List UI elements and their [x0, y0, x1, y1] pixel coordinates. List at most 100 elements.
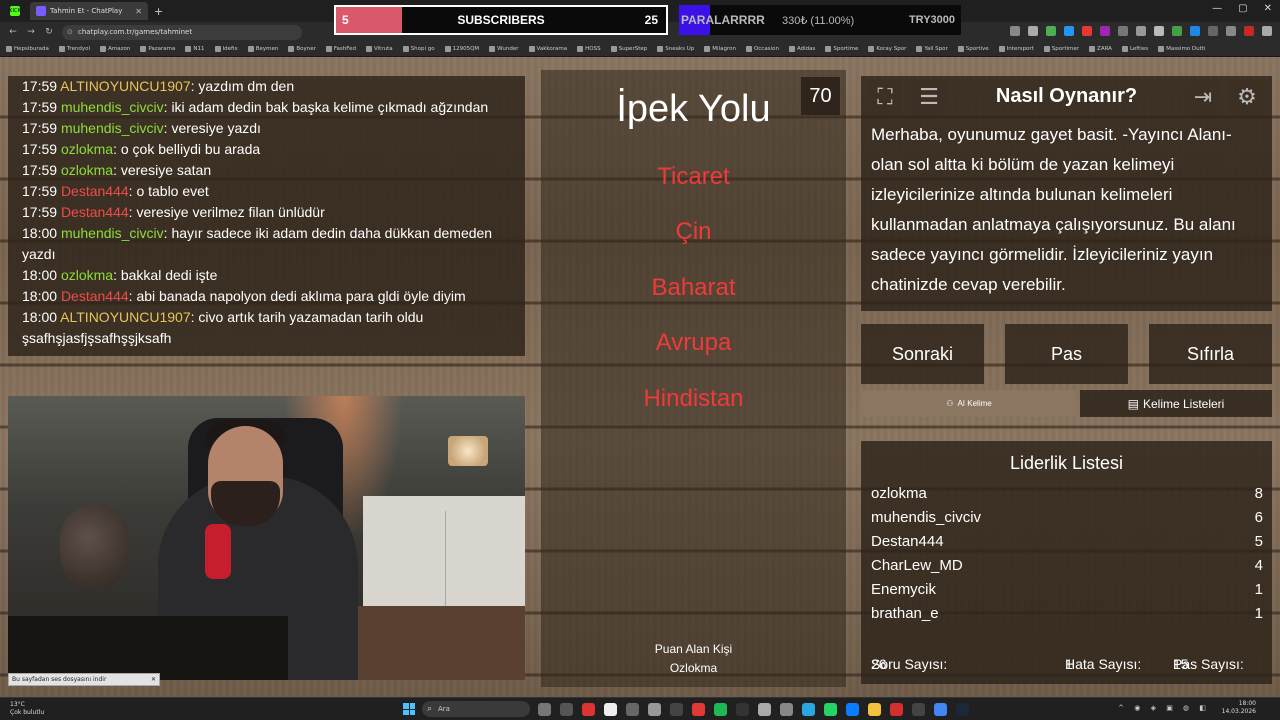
- chat-username[interactable]: ozlokma: [61, 141, 113, 157]
- new-tab-button[interactable]: +: [154, 5, 163, 18]
- app-icon[interactable]: [670, 703, 683, 716]
- chat-username[interactable]: ALTINOYUNCU1907: [60, 309, 190, 325]
- bookmark-item[interactable]: SuperStep: [610, 46, 647, 52]
- start-icon[interactable]: [403, 703, 415, 715]
- chat-username[interactable]: ozlokma: [61, 162, 113, 178]
- bookmark-item[interactable]: Trendyol: [58, 46, 90, 52]
- chat-username[interactable]: Destan444: [61, 204, 129, 220]
- bookmark-item[interactable]: 12905QM: [444, 46, 479, 52]
- task-view-icon[interactable]: [538, 703, 551, 716]
- extension-icon[interactable]: [1226, 26, 1236, 36]
- whatsapp-icon[interactable]: [824, 703, 837, 716]
- bookmark-item[interactable]: Pazarama: [140, 46, 175, 52]
- app-icon[interactable]: [736, 703, 749, 716]
- bookmark-item[interactable]: Beymen: [247, 46, 278, 52]
- bookmark-item[interactable]: Intersport: [998, 46, 1034, 52]
- profile-avatar[interactable]: [1244, 26, 1254, 36]
- extension-icon[interactable]: [1172, 26, 1182, 36]
- app-icon[interactable]: [648, 703, 661, 716]
- bookmark-item[interactable]: Wunder: [489, 46, 519, 52]
- bookmark-item[interactable]: Milagron: [704, 46, 736, 52]
- bookmark-item[interactable]: Sportive: [957, 46, 989, 52]
- app-icon[interactable]: [802, 703, 815, 716]
- bookmark-item[interactable]: Hepsiburada: [6, 46, 49, 52]
- bookmark-item[interactable]: Shopi go: [402, 46, 435, 52]
- bookmark-item[interactable]: Occasion: [745, 46, 779, 52]
- app-icon[interactable]: [626, 703, 639, 716]
- system-tray-icons[interactable]: ^ ◉ ◈ ▣ ◍ ◧: [1118, 704, 1210, 712]
- minimize-icon[interactable]: —: [1212, 3, 1222, 14]
- tab-kick[interactable]: KICK: [4, 2, 26, 20]
- bookmark-item[interactable]: Sportimer: [1043, 46, 1079, 52]
- close-tab-icon[interactable]: ✕: [135, 7, 142, 16]
- app-icon[interactable]: [758, 703, 771, 716]
- bookmark-item[interactable]: Yali Spor: [916, 46, 948, 52]
- bookmark-item[interactable]: Amazon: [100, 46, 130, 52]
- extension-icon[interactable]: [1154, 26, 1164, 36]
- menu-icon[interactable]: [1262, 26, 1272, 36]
- weather-widget[interactable]: 13°C Çok bulutlu: [10, 701, 44, 717]
- reload-icon[interactable]: ↻: [44, 27, 54, 37]
- chat-username[interactable]: muhendis_civciv: [61, 99, 164, 115]
- app-icon[interactable]: [780, 703, 793, 716]
- bookmark-item[interactable]: Massimo Dutti: [1158, 46, 1206, 52]
- chat-username[interactable]: Destan444: [61, 183, 129, 199]
- chat-username[interactable]: ozlokma: [61, 267, 113, 283]
- bookmark-item[interactable]: Boyner: [288, 46, 316, 52]
- app-icon[interactable]: [912, 703, 925, 716]
- bookmark-item[interactable]: N11: [185, 46, 205, 52]
- reset-button[interactable]: Sıfırla: [1149, 324, 1272, 384]
- extension-icon[interactable]: [1208, 26, 1218, 36]
- next-button[interactable]: Sonraki: [861, 324, 984, 384]
- ai-word-button[interactable]: ⚇ AI Kelime: [862, 390, 1076, 417]
- chat-username[interactable]: ALTINOYUNCU1907: [60, 78, 190, 94]
- bookmark-item[interactable]: Vakkorama: [528, 46, 567, 52]
- extension-icon[interactable]: [1010, 26, 1020, 36]
- audio-download-bar[interactable]: Bu sayfadan ses dosyasını indir ✕: [8, 673, 160, 686]
- bookmark-item[interactable]: ZARA: [1089, 46, 1112, 52]
- word-lists-button[interactable]: ▤ Kelime Listeleri: [1080, 390, 1272, 417]
- app-icon[interactable]: [560, 703, 573, 716]
- bookmark-item[interactable]: Lefties: [1121, 46, 1148, 52]
- app-icon[interactable]: [582, 703, 595, 716]
- close-icon[interactable]: ✕: [151, 676, 156, 683]
- folder-icon[interactable]: [868, 703, 881, 716]
- app-icon[interactable]: [846, 703, 859, 716]
- url-field[interactable]: chatplay.com.tr/games/tahminet: [62, 24, 302, 40]
- chrome-icon[interactable]: [934, 703, 947, 716]
- bookmark-item[interactable]: Koray Spor: [868, 46, 906, 52]
- extension-icon[interactable]: [1118, 26, 1128, 36]
- taskbar-search[interactable]: Ara: [422, 701, 530, 717]
- extension-icon[interactable]: [1082, 26, 1092, 36]
- extension-icon[interactable]: [1190, 26, 1200, 36]
- app-icon[interactable]: [604, 703, 617, 716]
- chat-username[interactable]: muhendis_civciv: [61, 225, 164, 241]
- steam-icon[interactable]: [956, 703, 969, 716]
- back-icon[interactable]: ←: [8, 27, 18, 37]
- chat-username[interactable]: muhendis_civciv: [61, 120, 164, 136]
- chat-username[interactable]: Destan444: [61, 288, 129, 304]
- bookmark-item[interactable]: FashFed: [325, 46, 356, 52]
- spotify-icon[interactable]: [714, 703, 727, 716]
- extension-icon[interactable]: [1100, 26, 1110, 36]
- bookmark-item[interactable]: Idefix: [214, 46, 238, 52]
- forward-icon[interactable]: →: [26, 27, 36, 37]
- bookmark-item[interactable]: HOSS: [577, 46, 601, 52]
- app-icon[interactable]: [890, 703, 903, 716]
- bookmark-item[interactable]: Sneaks Up: [657, 46, 694, 52]
- chat-message: 18:00 Destan444: abi banada napolyon ded…: [22, 288, 466, 304]
- close-window-icon[interactable]: ✕: [1264, 3, 1272, 14]
- tab-chatplay[interactable]: Tahmin Et - ChatPlay ✕: [30, 2, 148, 20]
- app-icon[interactable]: [692, 703, 705, 716]
- bookmark-item[interactable]: Sportime: [825, 46, 858, 52]
- clock[interactable]: 18:00 14.03.2026: [1222, 700, 1256, 716]
- extension-icon[interactable]: [1136, 26, 1146, 36]
- bookmark-item[interactable]: Vitruta: [366, 46, 393, 52]
- bookmark-favicon-icon: [957, 46, 964, 52]
- extension-icon[interactable]: [1046, 26, 1056, 36]
- extension-icon[interactable]: [1064, 26, 1074, 36]
- bookmark-item[interactable]: Adidas: [788, 46, 815, 52]
- maximize-icon[interactable]: ▢: [1238, 3, 1247, 14]
- pass-button[interactable]: Pas: [1005, 324, 1128, 384]
- extension-icon[interactable]: [1028, 26, 1038, 36]
